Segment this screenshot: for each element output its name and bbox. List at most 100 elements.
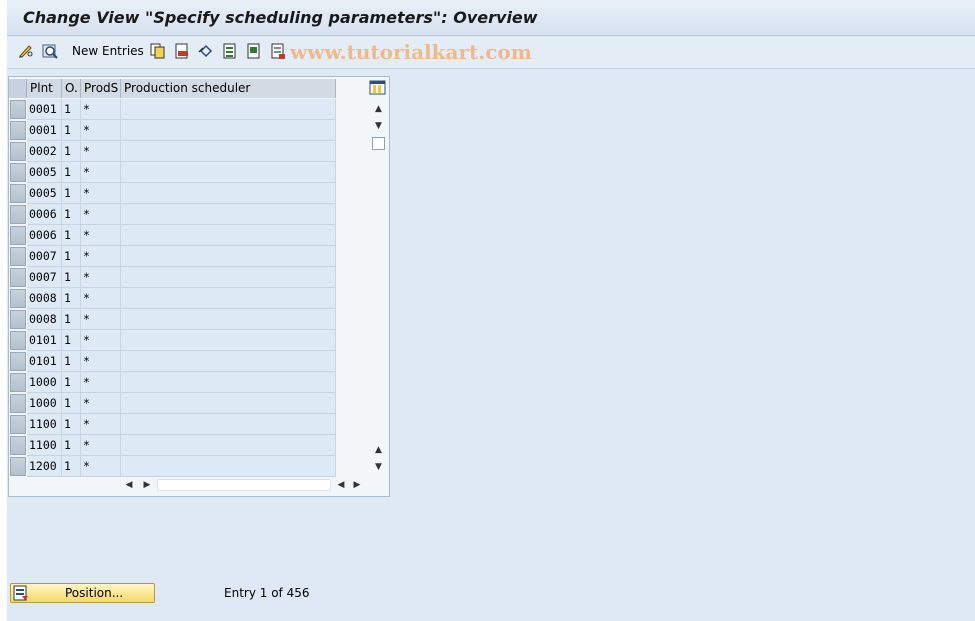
production-scheduler-cell[interactable] (121, 435, 336, 456)
order-type-cell[interactable]: 1 (62, 246, 81, 267)
plant-cell[interactable]: 0007 (27, 267, 62, 288)
row-select-button[interactable] (10, 457, 26, 476)
production-scheduler-cell[interactable] (121, 162, 336, 183)
row-select-button[interactable] (10, 226, 26, 245)
row-select-button[interactable] (10, 436, 26, 455)
order-type-cell[interactable]: 1 (62, 267, 81, 288)
order-type-cell[interactable]: 1 (62, 141, 81, 162)
production-scheduler-cell[interactable] (121, 351, 336, 372)
production-scheduler-cell[interactable] (121, 267, 336, 288)
order-type-cell[interactable]: 1 (62, 372, 81, 393)
production-scheduler-cell[interactable] (121, 246, 336, 267)
order-type-cell[interactable]: 1 (62, 393, 81, 414)
select-all-icon[interactable] (221, 42, 239, 60)
plant-cell[interactable]: 1000 (27, 393, 62, 414)
position-button[interactable]: Position... (10, 583, 155, 603)
plant-cell[interactable]: 1200 (27, 456, 62, 477)
prod-scheduler-code-cell[interactable]: * (81, 162, 121, 183)
prod-scheduler-code-cell[interactable]: * (81, 204, 121, 225)
row-select-button[interactable] (10, 394, 26, 413)
prod-scheduler-code-cell[interactable]: * (81, 456, 121, 477)
prod-scheduler-code-cell[interactable]: * (81, 141, 121, 162)
row-select-button[interactable] (10, 331, 26, 350)
plant-cell[interactable]: 0101 (27, 330, 62, 351)
plant-cell[interactable]: 0001 (27, 99, 62, 120)
prod-scheduler-code-cell[interactable]: * (81, 99, 121, 120)
scroll-down-icon[interactable]: ▼ (370, 118, 387, 134)
new-entries-button[interactable]: New Entries (72, 44, 144, 58)
prod-scheduler-code-cell[interactable]: * (81, 183, 121, 204)
row-select-button[interactable] (10, 373, 26, 392)
scroll-page-up-icon[interactable]: ▲ (370, 442, 387, 458)
plant-cell[interactable]: 0006 (27, 204, 62, 225)
order-type-cell[interactable]: 1 (62, 414, 81, 435)
order-type-cell[interactable]: 1 (62, 351, 81, 372)
plant-cell[interactable]: 1100 (27, 435, 62, 456)
order-type-cell[interactable]: 1 (62, 288, 81, 309)
row-select-button[interactable] (10, 184, 26, 203)
production-scheduler-cell[interactable] (121, 225, 336, 246)
plant-cell[interactable]: 0001 (27, 120, 62, 141)
plant-cell[interactable]: 0007 (27, 246, 62, 267)
column-header-production-scheduler[interactable]: Production scheduler (121, 79, 336, 98)
order-type-cell[interactable]: 1 (62, 435, 81, 456)
plant-cell[interactable]: 0008 (27, 309, 62, 330)
production-scheduler-cell[interactable] (121, 414, 336, 435)
production-scheduler-cell[interactable] (121, 204, 336, 225)
prod-scheduler-code-cell[interactable]: * (81, 330, 121, 351)
prod-scheduler-code-cell[interactable]: * (81, 246, 121, 267)
copy-icon[interactable] (149, 42, 167, 60)
table-settings-icon[interactable] (369, 80, 386, 95)
horizontal-scrollbar-fixed[interactable]: ◀ ▶ (123, 477, 333, 493)
order-type-cell[interactable]: 1 (62, 225, 81, 246)
scroll-up-icon[interactable]: ▲ (370, 101, 387, 117)
scroll-thumb[interactable] (372, 137, 385, 150)
plant-cell[interactable]: 1100 (27, 414, 62, 435)
order-type-cell[interactable]: 1 (62, 99, 81, 120)
row-select-button[interactable] (10, 247, 26, 266)
plant-cell[interactable]: 0005 (27, 183, 62, 204)
order-type-cell[interactable]: 1 (62, 456, 81, 477)
undo-icon[interactable] (197, 42, 215, 60)
select-block-icon[interactable] (245, 42, 263, 60)
production-scheduler-cell[interactable] (121, 120, 336, 141)
pencil-glasses-icon[interactable] (17, 42, 35, 60)
row-select-button[interactable] (10, 268, 26, 287)
column-header-plnt[interactable]: Plnt (27, 79, 62, 98)
deselect-all-icon[interactable] (269, 42, 287, 60)
plant-cell[interactable]: 0002 (27, 141, 62, 162)
horizontal-scrollbar-main[interactable]: ◀ ▶ (335, 477, 365, 493)
order-type-cell[interactable]: 1 (62, 120, 81, 141)
production-scheduler-cell[interactable] (121, 456, 336, 477)
order-type-cell[interactable]: 1 (62, 330, 81, 351)
production-scheduler-cell[interactable] (121, 183, 336, 204)
production-scheduler-cell[interactable] (121, 141, 336, 162)
row-select-button[interactable] (10, 142, 26, 161)
plant-cell[interactable]: 1000 (27, 372, 62, 393)
row-select-button[interactable] (10, 352, 26, 371)
prod-scheduler-code-cell[interactable]: * (81, 351, 121, 372)
plant-cell[interactable]: 0005 (27, 162, 62, 183)
horizontal-scroll-track[interactable] (157, 479, 331, 491)
scroll-left-icon[interactable]: ◀ (335, 477, 347, 493)
prod-scheduler-code-cell[interactable]: * (81, 267, 121, 288)
production-scheduler-cell[interactable] (121, 393, 336, 414)
production-scheduler-cell[interactable] (121, 372, 336, 393)
row-select-button[interactable] (10, 415, 26, 434)
other-view-icon[interactable] (41, 42, 59, 60)
row-select-button[interactable] (10, 289, 26, 308)
production-scheduler-cell[interactable] (121, 330, 336, 351)
row-select-button[interactable] (10, 121, 26, 140)
prod-scheduler-code-cell[interactable]: * (81, 288, 121, 309)
scroll-left-icon[interactable]: ◀ (123, 477, 135, 493)
production-scheduler-cell[interactable] (121, 288, 336, 309)
prod-scheduler-code-cell[interactable]: * (81, 372, 121, 393)
order-type-cell[interactable]: 1 (62, 204, 81, 225)
prod-scheduler-code-cell[interactable]: * (81, 435, 121, 456)
scroll-right-icon[interactable]: ▶ (351, 477, 363, 493)
vertical-scrollbar[interactable]: ▲ ▼ ▲ ▼ (370, 99, 387, 476)
order-type-cell[interactable]: 1 (62, 183, 81, 204)
row-select-button[interactable] (10, 100, 26, 119)
prod-scheduler-code-cell[interactable]: * (81, 414, 121, 435)
prod-scheduler-code-cell[interactable]: * (81, 225, 121, 246)
